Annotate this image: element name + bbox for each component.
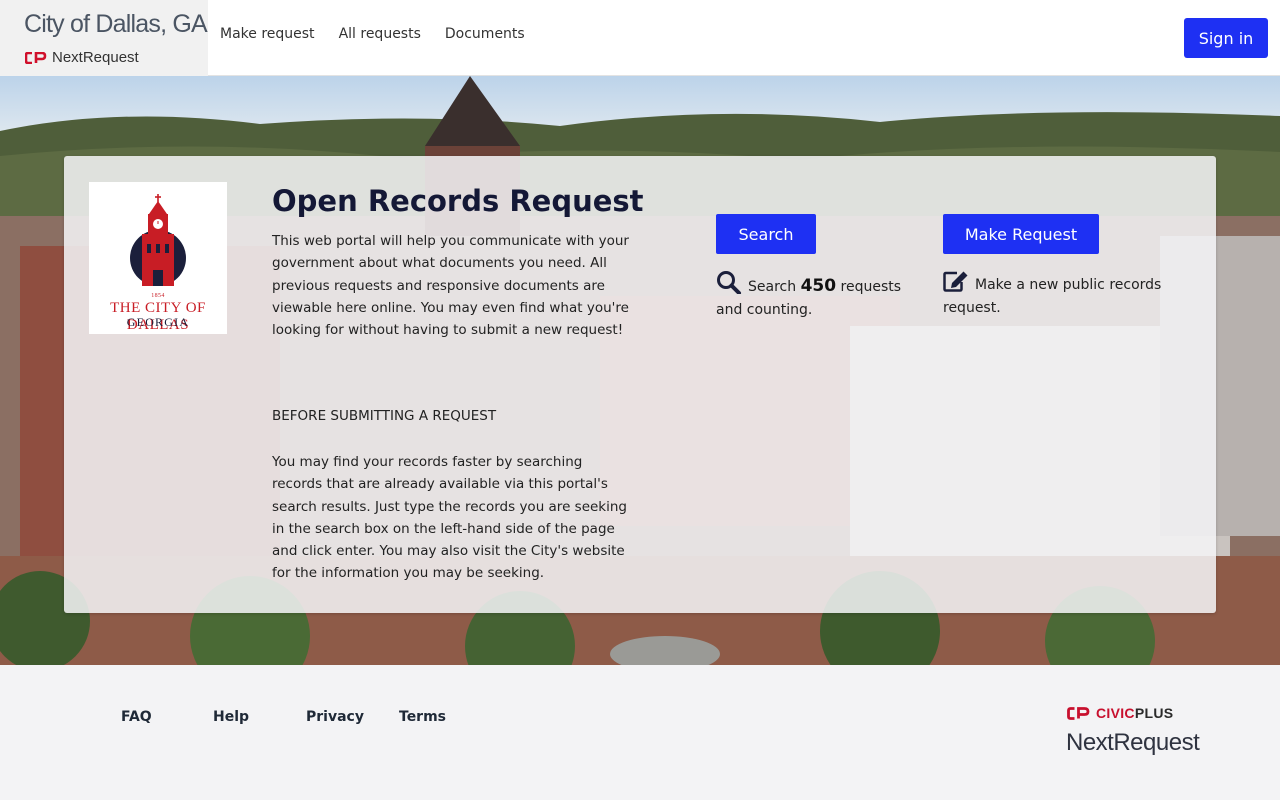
footer-link-terms[interactable]: Terms [399,709,446,725]
nextrequest-brand: NextRequest [25,49,139,66]
intro-panel: 1854 THE CITY OF DALLAS GEORGIA Open Rec… [64,156,1216,613]
main-nav: Make request All requests Documents [220,26,525,42]
city-seal-logo: 1854 THE CITY OF DALLAS GEORGIA [89,182,227,334]
seal-state-text: GEORGIA [126,315,190,329]
search-info-prefix: Search [748,279,797,295]
page-title: Open Records Request [272,184,644,218]
nav-all-requests[interactable]: All requests [339,26,421,42]
make-request-info: Make a new public records request. [943,270,1173,319]
brand-block[interactable]: City of Dallas, GA NextRequest [0,0,208,76]
civicplus-wordmark: CIVICPLUS [1096,705,1173,721]
make-request-button[interactable]: Make Request [943,214,1099,254]
nav-make-request[interactable]: Make request [220,26,315,42]
edit-icon [943,271,968,292]
intro-text: This web portal will help you communicat… [272,233,629,339]
before-submitting-text: You may find your records faster by sear… [272,454,628,582]
footer-link-faq[interactable]: FAQ [121,709,152,725]
nextrequest-logo-icon [25,51,47,64]
civicplus-brand[interactable]: CIVICPLUS [1067,705,1173,721]
seal-year: 1854 [151,293,165,299]
product-name: NextRequest [52,49,139,66]
request-count: 450 [800,276,837,296]
search-info: Search 450 requests and counting. [716,270,906,321]
search-icon [717,271,741,294]
civic-word: CIVIC [1096,705,1135,721]
footer-link-help[interactable]: Help [213,709,249,725]
city-name[interactable]: City of Dallas, GA [24,10,208,39]
clock-tower-seal-icon [130,194,186,286]
hero-section: 1854 THE CITY OF DALLAS GEORGIA Open Rec… [0,76,1280,665]
top-navbar: City of Dallas, GA NextRequest Make requ… [0,0,1280,76]
plus-word: PLUS [1134,705,1174,721]
footer-nextrequest-wordmark: NextRequest [1066,729,1200,756]
before-submitting-heading: BEFORE SUBMITTING A REQUEST [272,408,497,424]
footer: FAQ Help Privacy Terms CIVICPLUS NextReq… [0,665,1280,800]
civicplus-logo-icon [1067,706,1090,720]
footer-link-privacy[interactable]: Privacy [306,709,364,725]
sign-in-button[interactable]: Sign in [1184,18,1268,58]
nav-documents[interactable]: Documents [445,26,525,42]
search-button[interactable]: Search [716,214,816,254]
make-request-text: Make a new public records request. [943,277,1162,316]
